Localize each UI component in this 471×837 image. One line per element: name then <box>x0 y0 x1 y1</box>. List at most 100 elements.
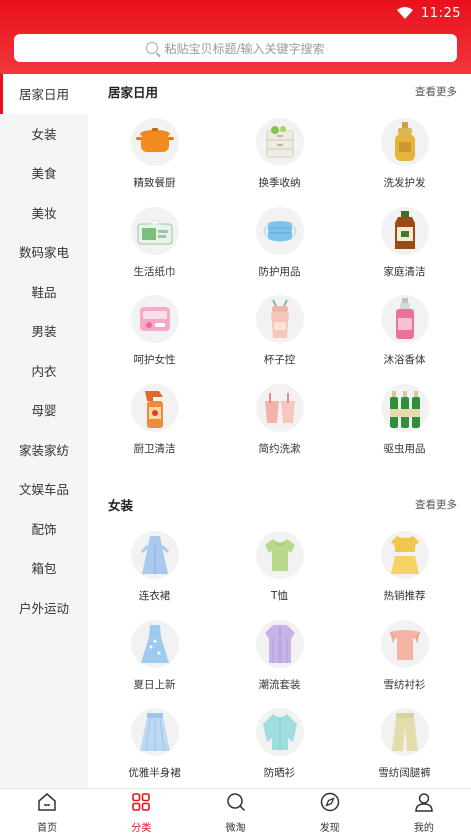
subcategory-label: 精致餐厨 <box>133 177 176 189</box>
subcategory-item[interactable]: 夏日上新 <box>92 610 217 699</box>
subcategory-item[interactable]: 潮流套装 <box>217 610 342 699</box>
section-title: 女装 <box>108 497 134 513</box>
sidebar-item[interactable]: 文娱车品 <box>0 469 88 509</box>
category-content: 居家日用 查看更多 精致餐厨 换季收纳 洗发护发 生活纸巾 防护用品 家庭清洁 呵护女性 杯子控沐… <box>88 74 471 788</box>
cup-icon <box>255 295 304 343</box>
subcategory-label: 家庭清洁 <box>383 265 426 278</box>
cooking-pot-icon <box>130 118 179 166</box>
subcategory-item[interactable]: 呵护女性 <box>92 285 217 374</box>
sidebar-item[interactable]: 箱包 <box>0 548 88 588</box>
chiffon-blouse-icon <box>380 619 429 668</box>
subcategory-item[interactable]: 雪纺阔腿裤 <box>342 698 467 787</box>
tab-item[interactable]: 微淘 <box>188 789 282 837</box>
subcategory-label: 潮流套装 <box>258 678 301 691</box>
subcategory-label: 换季收纳 <box>258 177 301 189</box>
subcategory-item[interactable]: 防晒衫 <box>217 698 342 787</box>
disinfectant-bottle-icon <box>380 206 429 255</box>
subcategory-item[interactable]: 洗发护发 <box>342 108 467 197</box>
section-title: 居家日用 <box>108 84 159 100</box>
subcategory-item[interactable]: T恤 <box>217 521 342 610</box>
sidebar-item[interactable]: 户外运动 <box>0 588 88 628</box>
tab-item[interactable]: 分类 <box>94 789 188 837</box>
crop-top-set-icon <box>380 531 429 579</box>
shirt-set-icon <box>255 619 304 668</box>
subcategory-label: 驱虫用品 <box>383 442 426 455</box>
subcategory-item[interactable]: 热销推荐 <box>342 521 467 610</box>
tab-label: 微淘 <box>225 823 246 834</box>
subcategory-item[interactable]: 精致餐厨 <box>92 108 217 197</box>
subcategory-item[interactable]: 雪纺衬衫 <box>342 610 467 699</box>
subcategory-label: 夏日上新 <box>133 678 176 691</box>
subcategory-item[interactable]: 驱虫用品 <box>342 374 467 463</box>
sidebar-item[interactable]: 数码家电 <box>0 232 88 272</box>
tab-label: 我的 <box>413 823 434 834</box>
tab-item[interactable]: 发现 <box>283 789 377 837</box>
subcategory-item[interactable]: 厨卫清洁 <box>92 374 217 463</box>
tab-label: 发现 <box>319 823 340 834</box>
tab-item[interactable]: 首页 <box>0 789 94 837</box>
subcategory-item[interactable]: 沐浴香体 <box>342 285 467 374</box>
sidebar-item[interactable]: 美妆 <box>0 193 88 233</box>
status-bar: 11:25 <box>397 5 461 21</box>
wide-pants-icon <box>380 708 429 756</box>
subcategory-item[interactable]: 防护用品 <box>217 197 342 286</box>
tshirt-icon <box>255 531 304 579</box>
status-time: 11:25 <box>421 5 461 21</box>
subcategory-item[interactable]: 优雅半身裙 <box>92 698 217 787</box>
spray-bottle-icon <box>130 383 179 432</box>
sidebar-item[interactable]: 美食 <box>0 153 88 193</box>
dress-icon <box>130 531 179 579</box>
tissue-pack-icon <box>130 206 179 255</box>
subcategory-grid: 精致餐厨 换季收纳 洗发护发生活纸巾 防护用品 家庭清洁呵护女性 杯子控 沐浴香体厨卫清洁 简… <box>88 108 471 462</box>
subcategory-label: 热销推荐 <box>383 590 426 602</box>
sidebar-item[interactable]: 鞋品 <box>0 272 88 312</box>
toothbrush-cup-icon <box>255 383 304 432</box>
summer-dress-icon <box>130 619 179 668</box>
wifi-icon <box>397 7 414 19</box>
storage-box-icon <box>255 118 304 166</box>
subcategory-label: 生活纸巾 <box>133 265 176 278</box>
subcategory-label: 雪纺阔腿裤 <box>378 767 431 779</box>
subcategory-label: 连衣裙 <box>138 590 171 602</box>
subcategory-label: 沐浴香体 <box>383 354 426 366</box>
subcategory-item[interactable]: 连衣裙 <box>92 521 217 610</box>
sidebar-item[interactable]: 家装家纺 <box>0 430 88 470</box>
view-more-link[interactable]: 查看更多 <box>415 84 457 99</box>
sidebar-item[interactable]: 配饰 <box>0 509 88 549</box>
subcategory-item[interactable]: 杯子控 <box>217 285 342 374</box>
insecticide-bottles-icon <box>380 383 429 432</box>
face-mask-icon <box>255 206 304 255</box>
subcategory-item[interactable]: 简约洗漱 <box>217 374 342 463</box>
sidebar-item[interactable]: 居家日用 <box>0 74 88 114</box>
subcategory-label: 防晒衫 <box>263 767 296 779</box>
subcategory-label: 洗发护发 <box>383 177 426 189</box>
search-placeholder: 粘贴宝贝标题/输入关键字搜索 <box>164 41 325 56</box>
header: 11:25 粘贴宝贝标题/输入关键字搜索 <box>0 0 471 74</box>
subcategory-label: 呵护女性 <box>133 354 176 366</box>
subcategory-item[interactable]: 生活纸巾 <box>92 197 217 286</box>
sidebar-item[interactable]: 女装 <box>0 114 88 154</box>
section-header: 女装 查看更多 <box>88 487 471 521</box>
bottom-tab-bar: 首页 分类 微淘 发现 我的 <box>0 788 471 837</box>
tab-item[interactable]: 我的 <box>377 789 471 837</box>
subcategory-label: 防护用品 <box>258 265 301 278</box>
view-more-link[interactable]: 查看更多 <box>415 497 457 512</box>
subcategory-item[interactable]: 换季收纳 <box>217 108 342 197</box>
app-screen: 11:25 粘贴宝贝标题/输入关键字搜索 居家日用 女装 美食 美妆 数码家电 鞋品 男装内… <box>0 0 471 837</box>
home-icon <box>37 792 57 816</box>
sidebar-item[interactable]: 母婴 <box>0 390 88 430</box>
tab-label: 首页 <box>37 823 58 834</box>
sidebar-item[interactable]: 男装 <box>0 311 88 351</box>
subcategory-label: T恤 <box>271 590 288 602</box>
compass-icon <box>320 792 340 816</box>
section-header: 居家日用 查看更多 <box>88 74 471 108</box>
subcategory-label: 杯子控 <box>263 354 296 366</box>
shampoo-bottle-icon <box>380 118 429 166</box>
subcategory-item[interactable]: 家庭清洁 <box>342 197 467 286</box>
body-mist-icon <box>380 295 429 343</box>
skirt-icon <box>130 708 179 756</box>
subcategory-grid: 连衣裙 T恤 热销推荐夏日上新 潮流套装 雪纺衬衫优雅半身裙 防晒衫 雪纺阔腿裤 <box>88 521 471 787</box>
search-input[interactable]: 粘贴宝贝标题/输入关键字搜索 <box>14 34 457 62</box>
tab-label: 分类 <box>131 823 152 834</box>
sidebar-item[interactable]: 内衣 <box>0 351 88 391</box>
